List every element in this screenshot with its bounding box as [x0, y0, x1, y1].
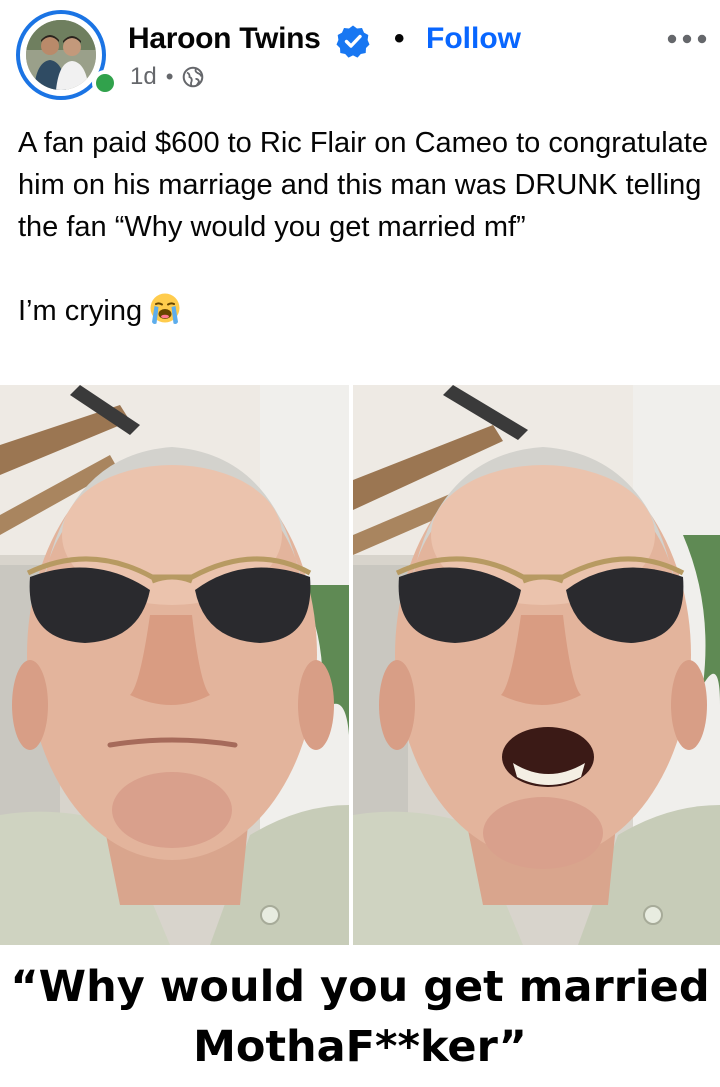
post-timestamp[interactable]: 1d — [130, 63, 157, 91]
meme-caption-line: “Why would you get married — [10, 962, 710, 1012]
meme-caption: “Why would you get married MothaF**ker” — [0, 951, 720, 1087]
loudly-crying-face-icon — [150, 293, 180, 324]
media-frame-right[interactable] — [353, 385, 720, 945]
more-options-icon[interactable] — [664, 26, 710, 52]
post-media[interactable]: “Why would you get married MothaF**ker” — [0, 385, 720, 1087]
post-caption: A fan paid $600 to Ric Flair on Cameo to… — [18, 122, 708, 332]
caption-paragraph: A fan paid $600 to Ric Flair on Cameo to… — [18, 127, 708, 243]
post-header: Haroon Twins • Follow 1d • — [0, 0, 720, 110]
author-name[interactable]: Haroon Twins — [128, 22, 321, 56]
globe-icon[interactable] — [182, 66, 204, 88]
online-status-indicator — [92, 70, 118, 96]
meta-separator: • — [165, 64, 174, 89]
man-sunglasses-open-mouth-photo-icon — [353, 385, 720, 945]
meme-caption-line: MothaF**ker” — [193, 1022, 527, 1072]
verified-badge-icon — [336, 25, 370, 58]
follow-button[interactable]: Follow — [426, 22, 521, 56]
caption-paragraph: I’m crying — [18, 290, 708, 332]
caption-text: I’m crying — [18, 295, 143, 327]
author-avatar[interactable] — [26, 20, 96, 90]
avatar-photo-icon — [26, 20, 96, 90]
post-meta: 1d • — [130, 62, 204, 92]
facebook-post: Haroon Twins • Follow 1d • A fan paid $6… — [0, 0, 720, 1087]
header-separator: • — [394, 22, 405, 55]
man-sunglasses-photo-icon — [0, 385, 349, 945]
media-frame-left[interactable] — [0, 385, 349, 945]
